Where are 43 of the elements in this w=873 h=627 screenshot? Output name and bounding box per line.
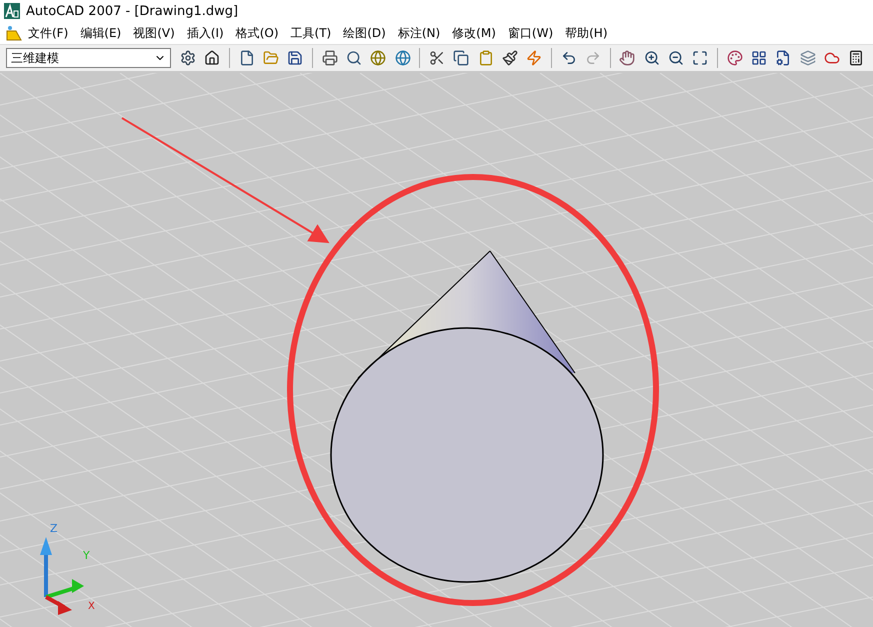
save-icon bbox=[287, 50, 304, 66]
brush-icon bbox=[502, 50, 518, 66]
new-file-icon bbox=[238, 50, 255, 66]
palette-icon bbox=[726, 50, 743, 66]
cut-icon bbox=[428, 50, 445, 66]
menu-item[interactable]: 编辑(E) bbox=[74, 22, 128, 44]
menu-item[interactable]: 文件(F) bbox=[22, 22, 74, 44]
calculator-icon bbox=[848, 50, 864, 66]
file-gear-icon bbox=[775, 50, 792, 66]
y-axis-label: Y bbox=[83, 549, 90, 562]
app-logo-icon bbox=[4, 3, 20, 19]
cloud-icon bbox=[824, 50, 840, 66]
x-axis-label: X bbox=[88, 601, 95, 612]
menu-item[interactable]: 工具(T) bbox=[284, 22, 338, 44]
menu-item[interactable]: 插入(I) bbox=[180, 22, 230, 44]
zoom-icon bbox=[644, 50, 660, 66]
zoom-extents-icon bbox=[692, 50, 708, 66]
print-icon bbox=[322, 50, 338, 66]
window-title: AutoCAD 2007 - [Drawing1.dwg] bbox=[26, 4, 238, 18]
undo-icon bbox=[560, 50, 577, 66]
zoom-icon bbox=[668, 50, 684, 66]
menu-item[interactable]: 视图(V) bbox=[127, 22, 181, 44]
ucs-axes-icon bbox=[40, 537, 84, 615]
house-icon bbox=[204, 50, 220, 66]
lightning-icon bbox=[526, 50, 542, 66]
grid-icon bbox=[750, 50, 767, 66]
menu-item[interactable]: 帮助(H) bbox=[559, 22, 614, 44]
menu-item[interactable]: 标注(N) bbox=[392, 22, 446, 44]
pan-hand-icon bbox=[619, 50, 636, 66]
workspace-dropdown[interactable]: 三维建模 bbox=[6, 48, 172, 68]
globe-icon bbox=[394, 50, 411, 66]
paste-icon bbox=[478, 50, 494, 66]
menu-item[interactable]: 窗口(W) bbox=[502, 22, 560, 44]
globe-icon bbox=[370, 50, 386, 66]
menu-item[interactable]: 修改(M) bbox=[446, 22, 502, 44]
menu-item[interactable]: 绘图(D) bbox=[337, 22, 392, 44]
menu-item[interactable]: 格式(O) bbox=[230, 22, 285, 44]
layers-icon bbox=[800, 50, 816, 66]
copy-icon bbox=[453, 50, 470, 66]
folder-icon bbox=[262, 50, 279, 66]
z-axis-label: Z bbox=[50, 522, 58, 535]
settings-icon bbox=[180, 50, 196, 66]
redo-icon bbox=[584, 50, 601, 66]
